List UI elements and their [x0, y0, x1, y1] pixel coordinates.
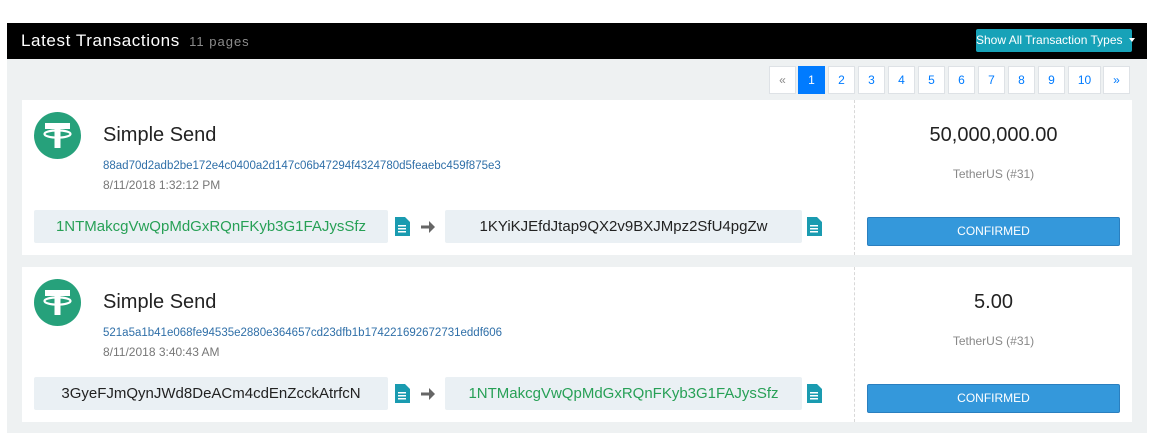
transaction-card: Simple Send 521a5a1b41e068fe94535e2880e3… — [22, 267, 1132, 422]
transaction-hash-link[interactable]: 88ad70d2adb2be172e4c0400a2d147c06b47294f… — [103, 160, 501, 172]
page-prev-button[interactable]: « — [769, 66, 796, 94]
panel-title-text: Latest Transactions — [21, 31, 180, 50]
transaction-timestamp: 8/11/2018 1:32:12 PM — [103, 178, 221, 192]
arrow-right-icon — [420, 219, 436, 235]
page-button-4[interactable]: 4 — [888, 66, 915, 94]
copy-icon[interactable] — [806, 384, 822, 403]
to-address[interactable]: 1KYiKJEfdJtap9QX2v9BXJMpz2SfU4pgZw — [445, 210, 802, 243]
transaction-details: Simple Send 88ad70d2adb2be172e4c0400a2d1… — [22, 100, 854, 255]
confirmed-status-button[interactable]: CONFIRMED — [867, 384, 1120, 413]
from-address[interactable]: 1NTMakcgVwQpMdGxRQnFKyb3G1FAJysSfz — [34, 210, 388, 243]
transaction-details: Simple Send 521a5a1b41e068fe94535e2880e3… — [22, 267, 854, 422]
page-button-10[interactable]: 10 — [1068, 66, 1101, 94]
transaction-amount: 5.00 — [974, 291, 1013, 313]
transaction-currency: TetherUS (#31) — [952, 334, 1035, 348]
panel-title: Latest Transactions 11 pages — [21, 31, 250, 51]
page-next-button[interactable]: » — [1103, 66, 1130, 94]
tether-icon — [34, 112, 81, 159]
page-button-3[interactable]: 3 — [858, 66, 885, 94]
from-address[interactable]: 3GyeFJmQynJWd8DeACm4cdEnZcckAtrfcN — [34, 377, 388, 410]
page-button-8[interactable]: 8 — [1008, 66, 1035, 94]
transaction-amount: 50,000,000.00 — [929, 124, 1058, 146]
transaction-summary: 50,000,000.00 TetherUS (#31) CONFIRMED — [855, 100, 1132, 255]
page-button-7[interactable]: 7 — [978, 66, 1005, 94]
page-button-9[interactable]: 9 — [1038, 66, 1065, 94]
page-button-2[interactable]: 2 — [828, 66, 855, 94]
page-button-6[interactable]: 6 — [948, 66, 975, 94]
transaction-hash-link[interactable]: 521a5a1b41e068fe94535e2880e364657cd23dfb… — [103, 327, 502, 339]
transaction-type-filter-button[interactable]: Show All Transaction Types — [976, 29, 1135, 52]
transaction-timestamp: 8/11/2018 3:40:43 AM — [103, 345, 220, 359]
transaction-card: Simple Send 88ad70d2adb2be172e4c0400a2d1… — [22, 100, 1132, 255]
transaction-currency: TetherUS (#31) — [952, 167, 1035, 181]
page-count: 11 pages — [189, 34, 250, 49]
page-button-1[interactable]: 1 — [798, 66, 825, 94]
latest-transactions-panel: Latest Transactions 11 pages Show All Tr… — [7, 23, 1147, 433]
copy-icon[interactable] — [806, 217, 822, 236]
page-button-5[interactable]: 5 — [918, 66, 945, 94]
arrow-right-icon — [420, 386, 436, 402]
confirmed-status-button[interactable]: CONFIRMED — [867, 217, 1120, 246]
copy-icon[interactable] — [394, 384, 410, 403]
caret-down-icon — [1128, 37, 1135, 42]
transaction-type: Simple Send — [103, 291, 217, 313]
to-address[interactable]: 1NTMakcgVwQpMdGxRQnFKyb3G1FAJysSfz — [445, 377, 802, 410]
panel-header: Latest Transactions 11 pages Show All Tr… — [7, 23, 1147, 59]
transaction-summary: 5.00 TetherUS (#31) CONFIRMED — [855, 267, 1132, 422]
tether-icon — [34, 279, 81, 326]
transaction-type: Simple Send — [103, 124, 217, 146]
filter-button-label: Show All Transaction Types — [976, 33, 1123, 47]
copy-icon[interactable] — [394, 217, 410, 236]
